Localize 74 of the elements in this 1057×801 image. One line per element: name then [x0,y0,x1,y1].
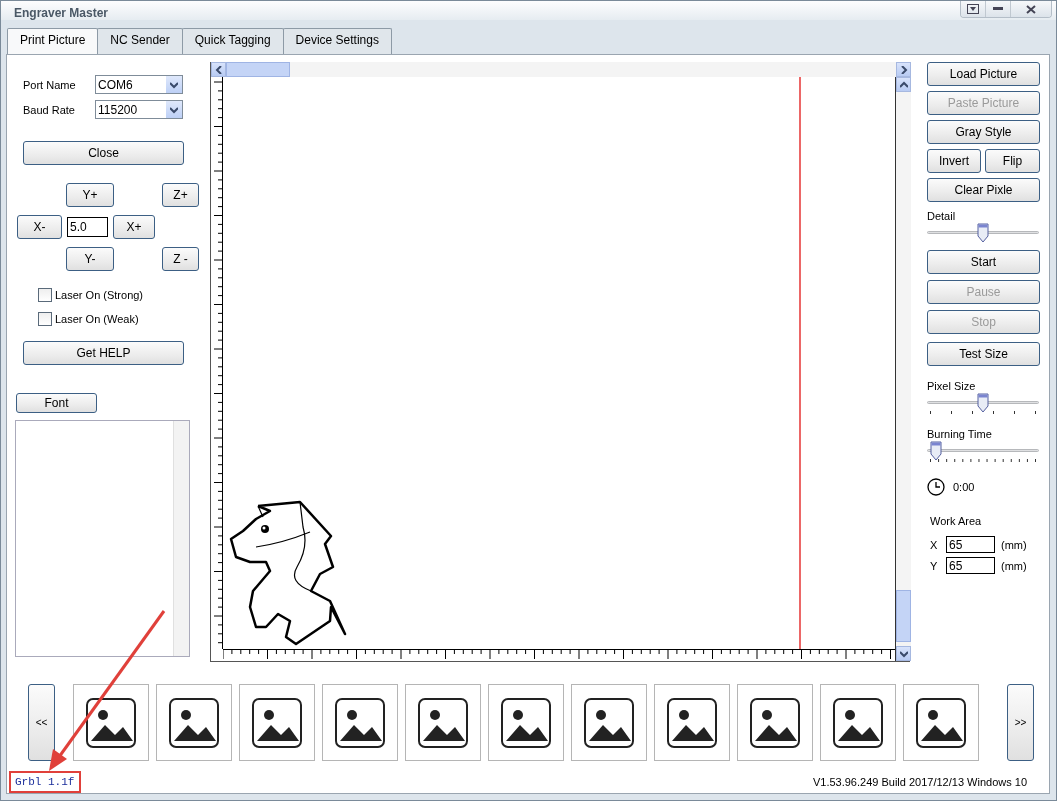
field-label: Y [930,559,939,572]
slider[interactable] [927,222,1039,244]
action-button[interactable]: Start [927,250,1040,274]
picture-thumbnail[interactable] [405,684,481,761]
checkbox[interactable] [38,312,52,326]
close-port-button[interactable]: Close [23,141,184,165]
help-button[interactable]: Get HELP [23,341,184,365]
slider-thumb[interactable] [977,223,989,243]
scroll-left-button[interactable] [211,62,226,77]
action-button[interactable]: Load Picture [927,62,1040,86]
action-button[interactable]: Test Size [927,342,1040,366]
dropdown[interactable]: COM6 [95,75,183,94]
action-button[interactable]: Clear Pixle [927,178,1040,202]
checkbox-label: Laser On (Strong) [55,289,144,301]
size-input[interactable]: 65 [946,536,995,553]
field-label: X [930,538,939,551]
action-button[interactable]: Gray Style [927,120,1040,144]
close-icon [1026,4,1036,14]
jog-button[interactable]: X- [17,215,62,239]
step-input[interactable]: 5.0 [67,217,108,237]
tab[interactable]: Device Settings [282,28,392,55]
picture-thumbnail[interactable] [571,684,647,761]
scroll-right-button[interactable] [896,62,911,77]
scrollbar-thumb[interactable] [896,590,911,642]
font-button[interactable]: Font [16,393,97,413]
dropdown-icon [967,4,979,14]
previous-button[interactable]: << [28,684,55,761]
scroll-down-button[interactable] [896,646,911,661]
jog-button[interactable]: Z - [162,247,199,271]
picture-thumbnail[interactable] [239,684,315,761]
slider-thumb[interactable] [929,441,942,461]
picture-thumbnail[interactable] [73,684,149,761]
timer-value: 0:00 [953,481,975,493]
jog-button[interactable]: X+ [113,215,155,239]
tab[interactable]: Print Picture [7,28,99,55]
action-button[interactable]: Flip [985,149,1040,173]
action-button[interactable]: Invert [927,149,981,173]
version-label: V1.53.96.249 Build 2017/12/13 Windows 10 [812,776,1027,788]
picture-thumbnail[interactable] [737,684,813,761]
picture-thumbnail[interactable] [654,684,730,761]
jog-button[interactable]: Z+ [162,183,199,207]
unit-label: (mm) [1001,559,1027,572]
picture-thumbnail[interactable] [488,684,564,761]
unit-label: (mm) [1001,538,1027,551]
checkbox-label: Laser On (Weak) [55,313,139,325]
scroll-up-button[interactable] [896,77,911,92]
slider[interactable] [927,392,1039,414]
window-title: Engraver Master [14,6,109,20]
picture-thumbnail[interactable] [156,684,232,761]
next-button[interactable]: >> [1007,684,1034,761]
slider-thumb[interactable] [977,393,989,413]
jog-button[interactable]: Y- [66,247,114,271]
picture-thumbnail[interactable] [322,684,398,761]
picture-thumbnail[interactable] [903,684,979,761]
jog-button[interactable]: Y+ [66,183,114,207]
picture-thumbnail[interactable] [820,684,896,761]
slider-label: Detail [927,210,957,222]
menu-window-button[interactable] [961,1,985,17]
firmware-label: Grbl 1.1f [9,771,82,793]
checkbox[interactable] [38,288,52,302]
slider-label: Burning Time [927,428,993,440]
field-label: Baud Rate [23,103,76,116]
size-input[interactable]: 65 [946,557,995,574]
section-label: Work Area [930,515,983,527]
minimize-button[interactable] [985,1,1010,17]
dropdown[interactable]: 115200 [95,100,183,119]
scrollbar[interactable] [173,421,189,656]
minimize-icon [993,7,1003,11]
slider[interactable] [927,440,1039,462]
clock-icon [927,478,945,496]
close-window-button[interactable] [1010,1,1051,17]
scrollbar-thumb[interactable] [226,62,290,77]
slider-label: Pixel Size [927,380,977,392]
field-label: Port Name [23,78,77,91]
